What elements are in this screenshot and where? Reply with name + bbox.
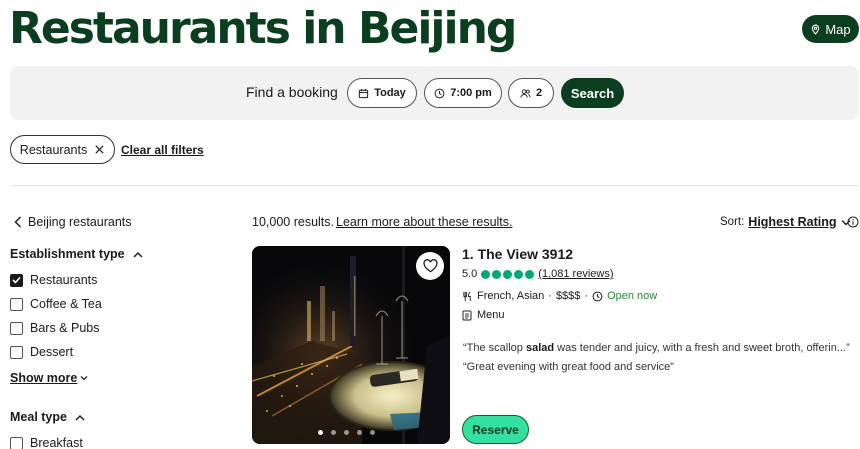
info-icon[interactable]	[847, 216, 859, 228]
carousel-dot[interactable]	[357, 430, 362, 435]
reviews-link[interactable]: (1,081 reviews)	[538, 268, 613, 280]
date-picker[interactable]: Today	[347, 78, 417, 108]
show-more-link[interactable]: Show more	[10, 371, 88, 385]
time-picker[interactable]: 7:00 pm	[424, 78, 502, 108]
people-icon	[520, 88, 531, 98]
open-status: Open now	[607, 290, 658, 302]
price-level: $$$$	[555, 290, 581, 302]
checkbox[interactable]	[10, 321, 23, 335]
rating-bubbles	[481, 269, 535, 279]
rating-bubble	[525, 269, 535, 279]
save-button[interactable]	[416, 252, 444, 280]
checkbox[interactable]	[10, 436, 23, 449]
filter-restaurants[interactable]: Restaurants	[10, 273, 97, 287]
quote-text: was tender and juicy, with a fresh and s…	[554, 342, 850, 354]
quote-text: “The scallop	[463, 342, 526, 354]
chip-label: Restaurants	[19, 142, 88, 157]
search-button[interactable]: Search	[561, 78, 624, 108]
time-value: 7:00 pm	[450, 87, 492, 99]
chevron-up-icon	[133, 251, 143, 258]
filter-bars-pubs[interactable]: Bars & Pubs	[10, 321, 99, 335]
map-pin-icon	[812, 24, 820, 35]
guests-value: 2	[535, 87, 543, 99]
rating-value: 5.0	[462, 268, 478, 280]
menu-book-icon	[462, 310, 472, 320]
section-title: Establishment type	[10, 247, 125, 261]
page-title: Restaurants in Beijing	[9, 3, 517, 54]
filter-coffee-tea[interactable]: Coffee & Tea	[10, 297, 102, 311]
checkbox-label: Breakfast	[30, 436, 83, 449]
separator-dot: ·	[584, 290, 589, 302]
filter-breakfast[interactable]: Breakfast	[10, 436, 83, 449]
menu-label: Menu	[477, 309, 505, 321]
reserve-button[interactable]: Reserve	[462, 415, 529, 444]
chevron-down-icon	[80, 376, 88, 381]
check-icon	[12, 276, 21, 284]
cuisine: French, Asian	[477, 290, 545, 302]
carousel-dot[interactable]	[331, 430, 336, 435]
checkbox-label: Dessert	[30, 345, 74, 359]
quote-highlight: salad	[525, 342, 555, 354]
clock-icon	[592, 291, 603, 301]
rating-bubble	[514, 269, 524, 279]
checkbox[interactable]	[10, 273, 23, 287]
clear-filters-link[interactable]: Clear all filters	[121, 143, 204, 157]
close-icon[interactable]	[94, 144, 105, 155]
checkbox-label: Coffee & Tea	[30, 297, 102, 311]
calendar-icon	[359, 88, 369, 98]
restaurant-title[interactable]: 1. The View 3912	[462, 246, 573, 262]
results-count: 10,000 results.	[252, 215, 334, 229]
learn-more-link[interactable]: Learn more about these results.	[336, 215, 513, 229]
map-button[interactable]: Map	[802, 15, 859, 43]
carousel-dot[interactable]	[318, 430, 323, 435]
section-title: Meal type	[10, 410, 67, 424]
rating-bubble	[481, 269, 491, 279]
separator-dot: ·	[548, 290, 552, 302]
sort-value[interactable]: Highest Rating	[748, 215, 836, 229]
checkbox-label: Bars & Pubs	[30, 321, 100, 335]
meal-type-heading[interactable]: Meal type	[10, 410, 85, 424]
meta-row: French, Asian · $$$$ · Open now	[462, 290, 657, 302]
divider	[10, 185, 859, 186]
review-snippet-2[interactable]: “Great evening with great food and servi…	[463, 361, 674, 373]
carousel-dot[interactable]	[370, 430, 375, 435]
checkbox[interactable]	[10, 345, 23, 359]
chevron-up-icon	[75, 414, 85, 421]
review-snippet-1[interactable]: “The scallop salad was tender and juicy,…	[463, 342, 850, 354]
rating-row: 5.0 (1,081 reviews)	[462, 268, 614, 280]
back-link[interactable]: Beijing restaurants	[14, 215, 132, 229]
booking-label: Find a booking	[246, 84, 338, 100]
heart-icon	[422, 259, 438, 273]
checkbox-label: Restaurants	[30, 273, 98, 287]
date-value: Today	[374, 87, 406, 99]
back-label: Beijing restaurants	[28, 215, 132, 229]
photo-carousel-dots	[318, 430, 375, 435]
show-more-label: Show more	[10, 371, 78, 385]
guests-picker[interactable]: 2	[508, 78, 554, 108]
chevron-left-icon	[14, 216, 22, 228]
carousel-dot[interactable]	[344, 430, 349, 435]
rating-bubble	[503, 269, 513, 279]
menu-link[interactable]: Menu	[462, 309, 505, 321]
checkbox[interactable]	[10, 297, 23, 311]
map-label: Map	[825, 21, 851, 37]
establishment-type-heading[interactable]: Establishment type	[10, 247, 143, 261]
clock-icon	[434, 88, 445, 98]
booking-bar: Find a booking Today 7:00 pm 2 Search	[10, 66, 859, 120]
rating-bubble	[492, 269, 502, 279]
filter-dessert[interactable]: Dessert	[10, 345, 73, 359]
sort-label: Sort:	[720, 216, 745, 228]
utensils-icon	[463, 291, 471, 301]
filter-chip-restaurants[interactable]: Restaurants	[10, 135, 115, 164]
sort-dropdown[interactable]: Sort: Highest Rating	[720, 215, 851, 229]
